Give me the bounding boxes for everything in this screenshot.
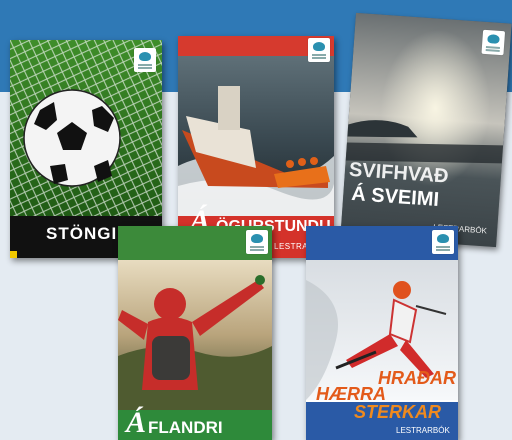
publisher-logo-icon [481,29,506,56]
yellow-corner-mark [10,251,17,258]
publisher-logo-icon [246,230,268,254]
book-title-word3: STERKAR [354,402,442,422]
book-cover-flandri[interactable]: Á FLANDRI [118,226,272,440]
book-title-letter: Á [126,406,147,439]
book-title-word1: HRAÐAR [378,368,456,388]
lifeboat-photo [178,56,334,216]
publisher-logo-icon [134,48,156,72]
publisher-logo-icon [308,38,330,62]
book-subtitle: LESTRARBÓK [396,426,450,435]
publisher-logo-icon [432,230,454,254]
hiker-photo [118,260,272,410]
book-title: FLANDRI [148,418,223,437]
book-cover-ogurstundu[interactable]: Á ÖGURSTUNDU LESTRARBÓK [178,36,334,258]
book-cover-hradar[interactable]: HRAÐAR HÆRRA STERKAR LESTRARBÓK [306,226,458,440]
book-cover-svifhvad[interactable]: SVIFHVAÐ Á SVEIMI LESTRARBÓK [340,12,512,248]
